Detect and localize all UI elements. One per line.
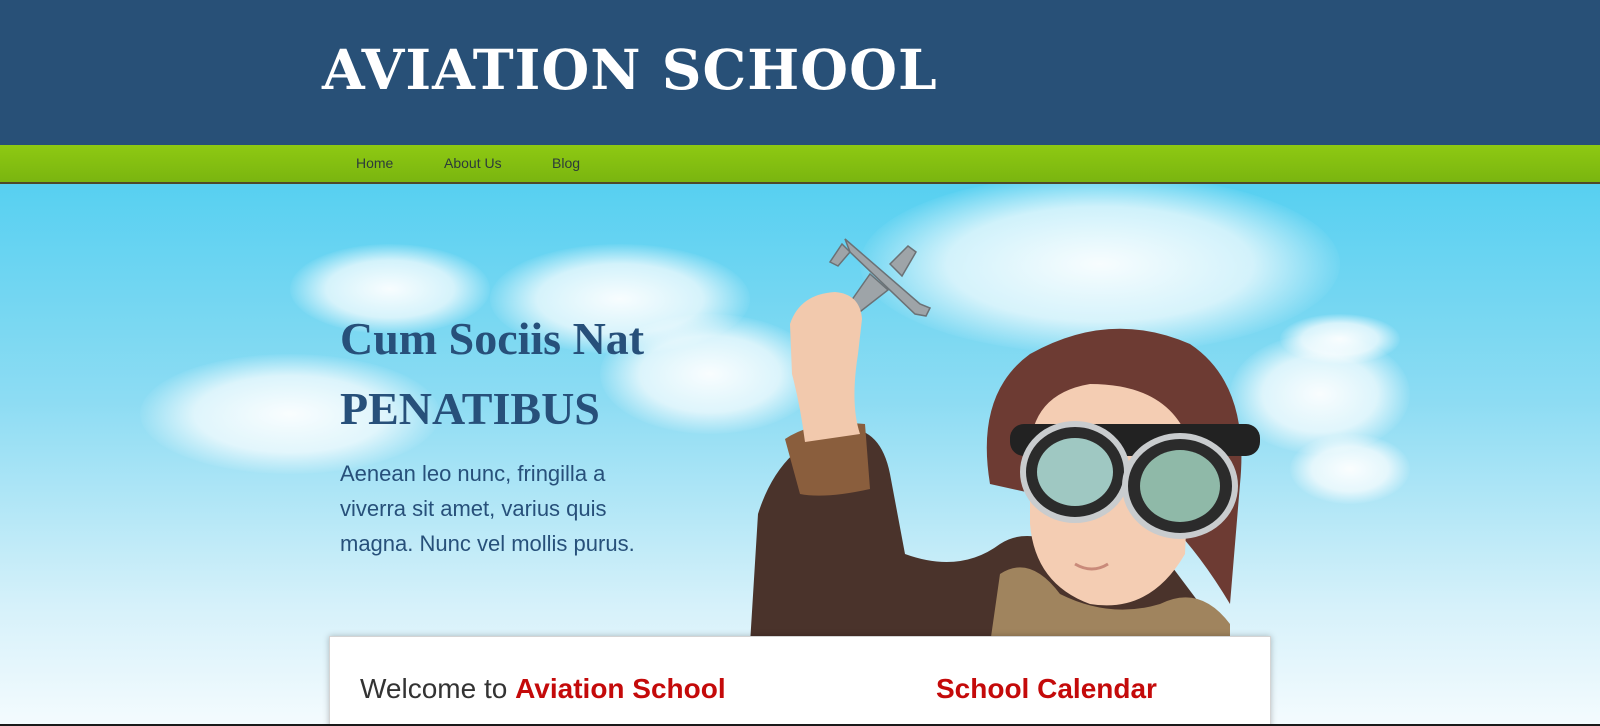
nav-item-blog[interactable]: Blog xyxy=(552,145,580,182)
nav-item-about-us[interactable]: About Us xyxy=(444,145,502,182)
content-card: Welcome to Aviation School School Calend… xyxy=(329,636,1271,726)
hero-heading: Cum Sociis Nat PENATIBUS xyxy=(340,304,760,444)
hero-heading-line-1: Cum Sociis Nat xyxy=(340,313,645,364)
welcome-heading: Welcome to Aviation School xyxy=(360,673,726,705)
calendar-heading: School Calendar xyxy=(936,673,1157,704)
hero-heading-line-2: PENATIBUS xyxy=(340,383,600,434)
welcome-prefix: Welcome to xyxy=(360,673,508,704)
welcome-accent: Aviation School xyxy=(515,673,726,704)
site-header: AVIATION SCHOOL xyxy=(0,0,1600,145)
main-nav: Home About Us Blog xyxy=(0,145,1600,184)
site-title[interactable]: AVIATION SCHOOL xyxy=(322,34,938,106)
nav-item-home[interactable]: Home xyxy=(356,145,393,182)
hand-shape xyxy=(790,292,862,442)
hero-description: Aenean leo nunc, fringilla a viverra sit… xyxy=(340,461,635,556)
boy-pilot-illustration xyxy=(750,238,1260,644)
